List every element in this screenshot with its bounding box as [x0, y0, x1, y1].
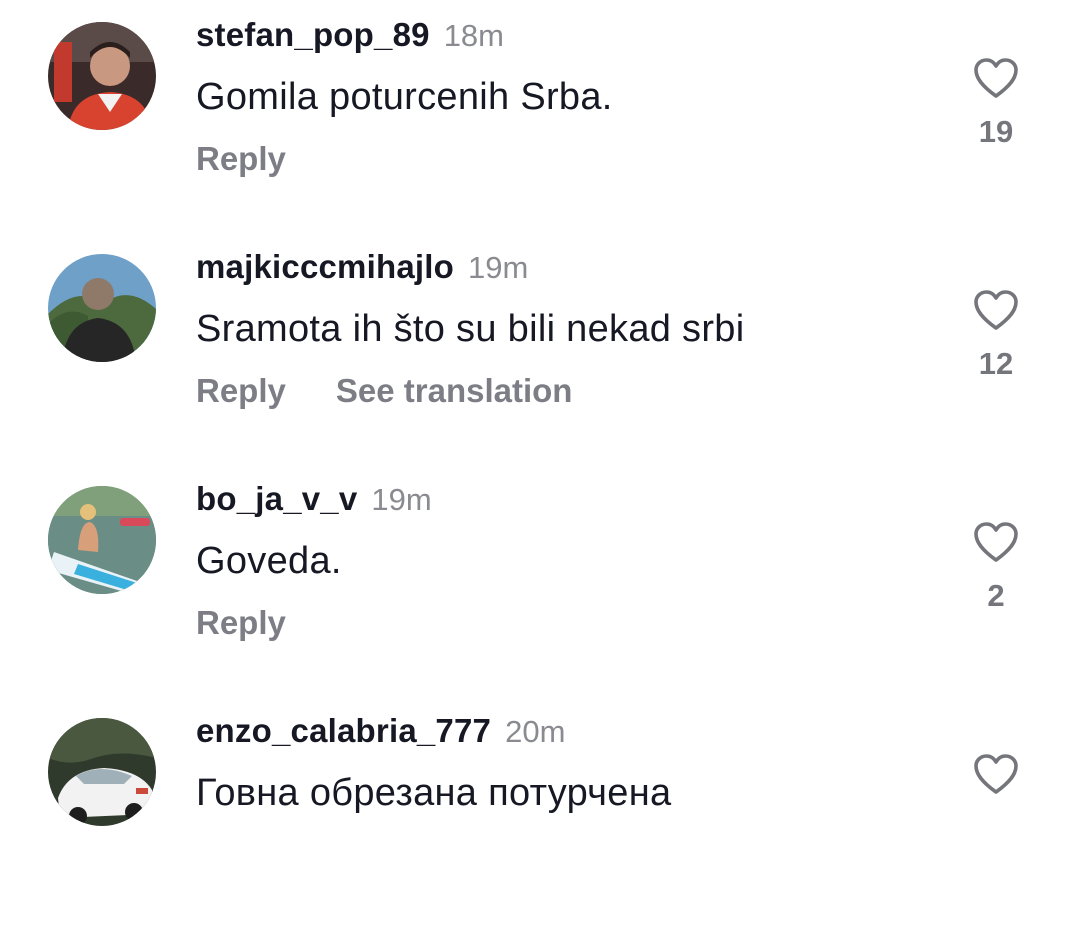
like-button[interactable]: 12 [958, 288, 1034, 382]
user-photo-icon [48, 718, 156, 826]
comment-item: stefan_pop_89 18m Gomila poturcenih Srba… [0, 0, 1080, 232]
comment-text: Sramota ih što su bili nekad srbi [196, 308, 745, 350]
user-photo-icon [48, 486, 156, 594]
heart-outline-icon [974, 58, 1018, 98]
like-button[interactable]: 19 [958, 56, 1034, 150]
comment-timestamp: 20m [505, 714, 566, 749]
comment-item: bo_ja_v_v 19m Goveda. Reply 2 [0, 464, 1080, 696]
avatar[interactable] [48, 254, 156, 362]
comment-timestamp: 18m [443, 18, 504, 53]
comment-text: Gomila poturcenih Srba. [196, 76, 613, 118]
comment-text: Goveda. [196, 540, 342, 582]
user-photo-icon [48, 254, 156, 362]
comment-text: Говна обрезана потурчена [196, 772, 672, 814]
comment-timestamp: 19m [467, 250, 529, 285]
avatar[interactable] [48, 22, 156, 130]
reply-button[interactable]: Reply [196, 140, 286, 178]
heart-outline-icon [974, 522, 1018, 562]
reply-button[interactable]: Reply [196, 604, 286, 642]
comment-username[interactable]: enzo_calabria_777 [196, 712, 491, 750]
like-count: 2 [987, 578, 1005, 613]
comment-item: enzo_calabria_777 20m Говна обрезана пот… [0, 696, 1080, 928]
reply-button[interactable]: Reply [196, 372, 286, 410]
like-count: 19 [978, 114, 1014, 149]
comment-username[interactable]: stefan_pop_89 [196, 16, 430, 54]
like-count: 12 [978, 346, 1014, 381]
user-photo-icon [48, 22, 156, 130]
heart-outline-icon [974, 290, 1018, 330]
comment-username[interactable]: majkicccmihajlo [196, 248, 454, 286]
avatar[interactable] [48, 486, 156, 594]
see-translation-button[interactable]: See translation [336, 372, 573, 410]
like-button[interactable]: 2 [958, 520, 1034, 614]
comment-timestamp: 19m [371, 482, 432, 517]
like-button[interactable] [958, 752, 1034, 796]
comment-item: majkicccmihajlo 19m Sramota ih što su bi… [0, 232, 1080, 464]
heart-outline-icon [974, 754, 1018, 794]
comment-username[interactable]: bo_ja_v_v [196, 480, 357, 518]
avatar[interactable] [48, 718, 156, 826]
